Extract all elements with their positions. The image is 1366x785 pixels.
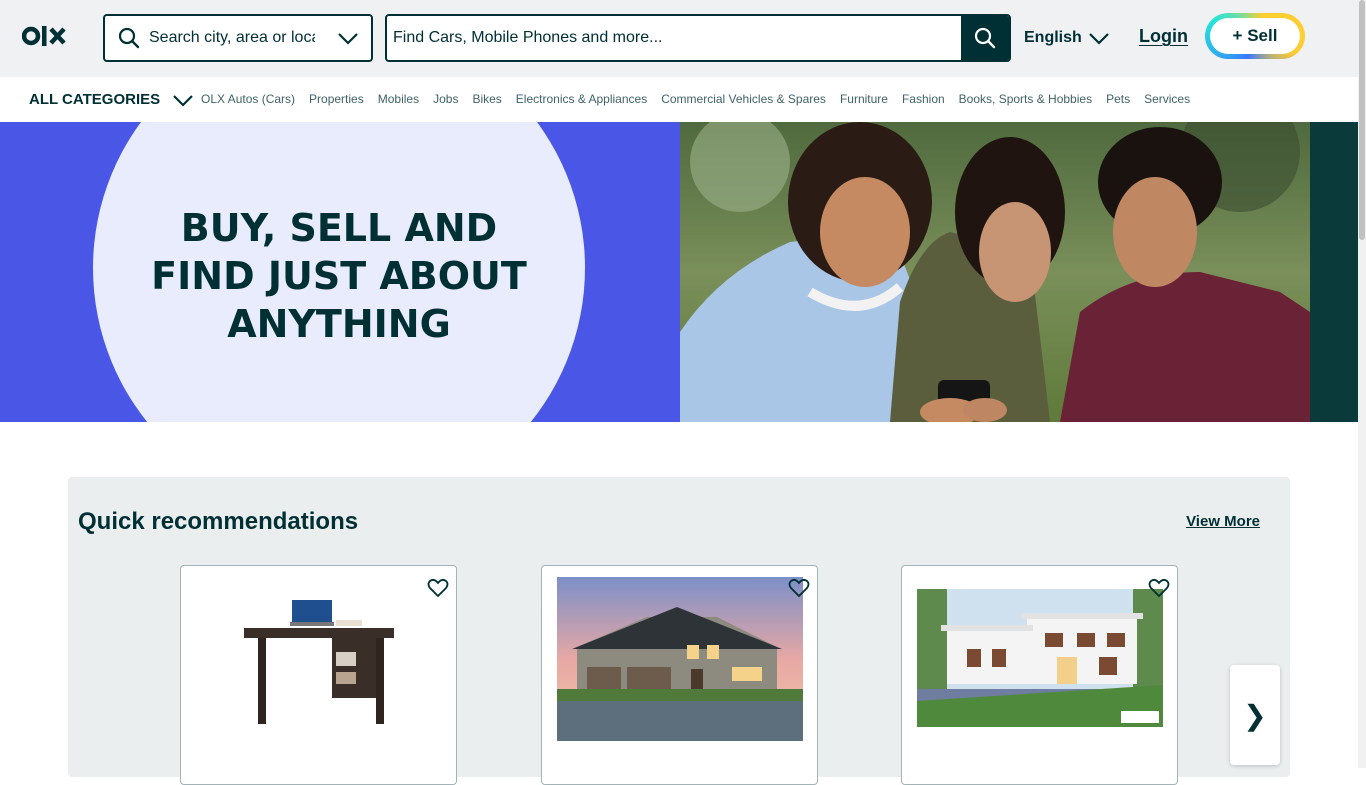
main-search[interactable] — [385, 14, 1011, 62]
search-icon — [118, 27, 140, 49]
banner-photo — [680, 122, 1310, 422]
heart-icon[interactable] — [1147, 576, 1171, 600]
hero-banner[interactable]: BUY, SELL AND FIND JUST ABOUT ANYTHING — [0, 122, 1358, 422]
olx-logo[interactable] — [22, 23, 68, 49]
view-more-link[interactable]: View More — [1186, 513, 1260, 530]
all-categories-dropdown[interactable]: ALL CATEGORIES — [29, 91, 194, 108]
top-navbar: English Login + Sell — [0, 0, 1358, 77]
category-bar: ALL CATEGORIES OLX Autos (Cars) Properti… — [0, 77, 1358, 122]
language-label: English — [1024, 29, 1082, 46]
banner-headline: BUY, SELL AND FIND JUST ABOUT ANYTHING — [93, 204, 585, 348]
search-button[interactable] — [961, 16, 1009, 60]
category-link[interactable]: OLX Autos (Cars) — [201, 92, 295, 106]
login-link[interactable]: Login — [1139, 26, 1188, 47]
category-link[interactable]: Jobs — [433, 92, 458, 106]
quick-recommendations: Quick recommendations View More ❯ — [68, 477, 1290, 785]
chevron-down-icon — [1089, 33, 1109, 45]
chevron-right-icon: ❯ — [1243, 699, 1267, 731]
listing-image — [236, 576, 400, 740]
category-link[interactable]: Mobiles — [378, 92, 419, 106]
recommendation-card[interactable] — [180, 565, 457, 785]
sell-button[interactable]: + Sell — [1205, 13, 1305, 59]
category-link[interactable]: Bikes — [472, 92, 501, 106]
category-link[interactable]: Services — [1144, 92, 1190, 106]
category-link[interactable]: Pets — [1106, 92, 1130, 106]
category-link[interactable]: Fashion — [902, 92, 945, 106]
search-icon — [974, 27, 996, 49]
category-links: OLX Autos (Cars) Properties Mobiles Jobs… — [201, 92, 1190, 106]
banner-line: BUY, SELL AND — [180, 206, 498, 250]
scrollbar-thumb[interactable] — [1359, 0, 1365, 240]
banner-line: ANYTHING — [227, 302, 451, 346]
heart-icon[interactable] — [426, 576, 450, 600]
recommendation-card[interactable] — [541, 565, 818, 785]
all-categories-label: ALL CATEGORIES — [29, 91, 161, 108]
listing-image — [557, 577, 803, 741]
category-link[interactable]: Furniture — [840, 92, 888, 106]
heart-icon[interactable] — [787, 576, 811, 600]
category-link[interactable]: Books, Sports & Hobbies — [959, 92, 1092, 106]
category-link[interactable]: Properties — [309, 92, 364, 106]
carousel-next-button[interactable]: ❯ — [1230, 665, 1280, 765]
category-link[interactable]: Commercial Vehicles & Spares — [661, 92, 826, 106]
page-scrollbar[interactable] — [1358, 0, 1366, 768]
chevron-down-icon[interactable] — [337, 28, 359, 48]
listing-image — [917, 589, 1163, 727]
section-title: Quick recommendations — [78, 508, 359, 535]
banner-right-edge — [1310, 122, 1358, 422]
recommendation-card[interactable] — [901, 565, 1178, 785]
language-selector[interactable]: English — [1024, 26, 1110, 50]
chevron-down-icon — [173, 94, 193, 107]
banner-line: FIND JUST ABOUT — [151, 254, 527, 298]
category-link[interactable]: Electronics & Appliances — [516, 92, 647, 106]
location-search[interactable] — [103, 14, 373, 62]
search-input[interactable] — [393, 26, 953, 50]
sell-label: + Sell — [1210, 18, 1300, 54]
location-input[interactable] — [149, 26, 315, 50]
